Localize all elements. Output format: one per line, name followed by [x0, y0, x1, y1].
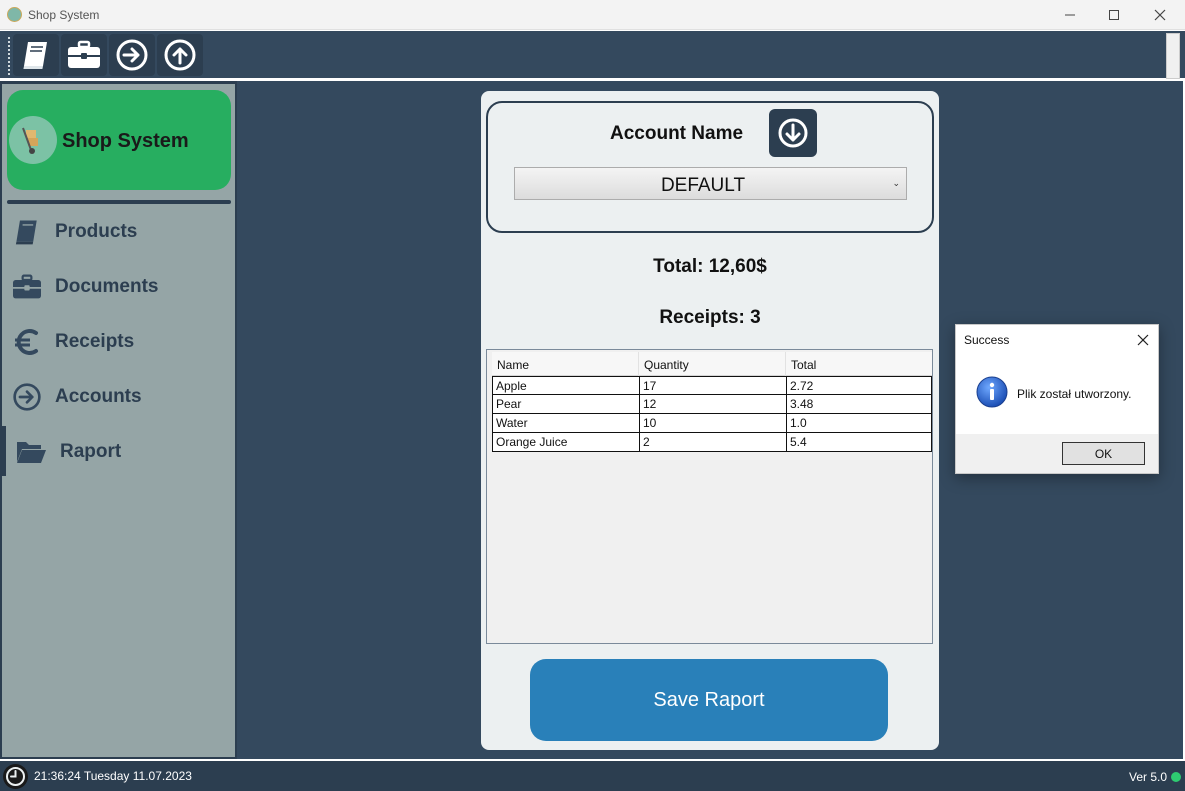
account-name-label: Account Name [610, 123, 744, 144]
sidebar: Shop System Products Documents Receipts … [0, 81, 237, 759]
book-icon [23, 42, 47, 69]
window-titlebar: Shop System [0, 0, 1185, 30]
toolbar-accounts-button[interactable] [109, 34, 155, 76]
account-dropdown[interactable]: DEFAULT ⌄ [514, 167, 907, 200]
chevron-down-icon: ⌄ [892, 178, 900, 188]
active-indicator [2, 426, 6, 476]
briefcase-icon [68, 40, 100, 68]
window-title: Shop System [28, 8, 100, 22]
cell-name: Water [493, 414, 640, 432]
arrow-right-circle-icon [116, 39, 148, 71]
hand-truck-icon [9, 116, 57, 164]
toolbar [0, 31, 1185, 81]
column-header-quantity[interactable]: Quantity [639, 352, 786, 376]
briefcase-icon [10, 271, 44, 303]
table-row[interactable]: Apple 17 2.72 [492, 376, 932, 395]
table-header: Name Quantity Total [492, 352, 932, 376]
close-icon [1154, 9, 1166, 21]
info-icon [976, 376, 1008, 408]
report-panel: Account Name DEFAULT ⌄ Total: 12,60$ Rec… [481, 91, 939, 750]
cell-quantity: 2 [640, 433, 787, 451]
save-raport-button[interactable]: Save Raport [530, 659, 888, 741]
minimize-button[interactable] [1047, 0, 1093, 30]
column-header-total[interactable]: Total [786, 352, 930, 376]
sidebar-item-receipts[interactable]: Receipts [2, 316, 235, 368]
column-header-name[interactable]: Name [492, 352, 639, 376]
download-account-button[interactable] [769, 109, 817, 157]
dialog-body: Plik został utworzony. [956, 354, 1158, 434]
cell-total: 3.48 [790, 397, 814, 411]
toolbar-documents-button[interactable] [61, 34, 107, 76]
cell-total: 5.4 [790, 435, 807, 449]
dialog-titlebar: Success [956, 325, 1158, 354]
sidebar-divider [7, 200, 231, 204]
cell-quantity: 12 [640, 395, 787, 413]
cell-quantity: 17 [640, 377, 787, 395]
book-icon [10, 216, 44, 248]
close-button[interactable] [1137, 0, 1183, 30]
arrow-down-circle-icon [778, 118, 808, 148]
success-dialog: Success Plik został utworzony. OK [955, 324, 1159, 474]
cell-name: Orange Juice [493, 433, 640, 451]
toolbar-scrollbar[interactable] [1166, 33, 1180, 79]
app-icon [7, 7, 22, 22]
status-version: Ver 5.0 [1129, 770, 1168, 784]
sidebar-item-label: Receipts [55, 331, 135, 352]
account-selector-box: Account Name DEFAULT ⌄ [486, 101, 934, 233]
table-row[interactable]: Pear 12 3.48 [492, 395, 932, 414]
table-row[interactable]: Orange Juice 2 5.4 [492, 433, 932, 452]
toolbar-products-button[interactable] [13, 34, 59, 76]
receipts-count-label: Receipts: 3 [659, 307, 761, 328]
sidebar-item-label: Accounts [55, 386, 142, 407]
euro-icon [10, 326, 44, 358]
minimize-icon [1065, 14, 1075, 16]
ok-button[interactable]: OK [1062, 442, 1145, 465]
maximize-icon [1109, 10, 1119, 20]
cell-total: 2.72 [790, 379, 814, 393]
toolbar-grip[interactable] [8, 37, 10, 75]
sidebar-item-label: Raport [60, 441, 122, 462]
cell-name: Pear [493, 395, 640, 413]
sidebar-item-documents[interactable]: Documents [2, 261, 235, 313]
cell-quantity: 10 [640, 414, 787, 432]
table-row[interactable]: Water 10 1.0 [492, 414, 932, 433]
sidebar-item-label: Products [55, 221, 138, 242]
sidebar-item-accounts[interactable]: Accounts [2, 371, 235, 423]
arrow-right-circle-icon [10, 381, 44, 413]
account-dropdown-value: DEFAULT [660, 175, 746, 196]
arrow-up-circle-icon [164, 39, 196, 71]
status-datetime: 21:36:24 Tuesday 11.07.2023 [34, 769, 192, 783]
clock-icon [3, 764, 28, 789]
brand-panel: Shop System [7, 90, 231, 190]
close-icon [1137, 334, 1149, 346]
report-table[interactable]: Name Quantity Total Apple 17 2.72 Pear 1… [486, 349, 933, 644]
dialog-title: Success [964, 333, 1010, 347]
total-label: Total: 12,60$ [653, 256, 767, 277]
maximize-button[interactable] [1091, 0, 1137, 30]
dialog-close-button[interactable] [1134, 331, 1152, 349]
brand-title: Shop System [62, 130, 189, 152]
dialog-message: Plik został utworzony. [1017, 387, 1132, 401]
folder-open-icon [14, 436, 48, 468]
cell-total: 1.0 [790, 416, 807, 430]
sidebar-item-raport[interactable]: Raport [2, 426, 235, 478]
cell-name: Apple [493, 377, 640, 395]
toolbar-upload-button[interactable] [157, 34, 203, 76]
sidebar-item-label: Documents [55, 276, 159, 297]
status-indicator [1171, 772, 1181, 782]
sidebar-item-products[interactable]: Products [2, 206, 235, 258]
status-bar: 21:36:24 Tuesday 11.07.2023 Ver 5.0 [0, 759, 1185, 791]
